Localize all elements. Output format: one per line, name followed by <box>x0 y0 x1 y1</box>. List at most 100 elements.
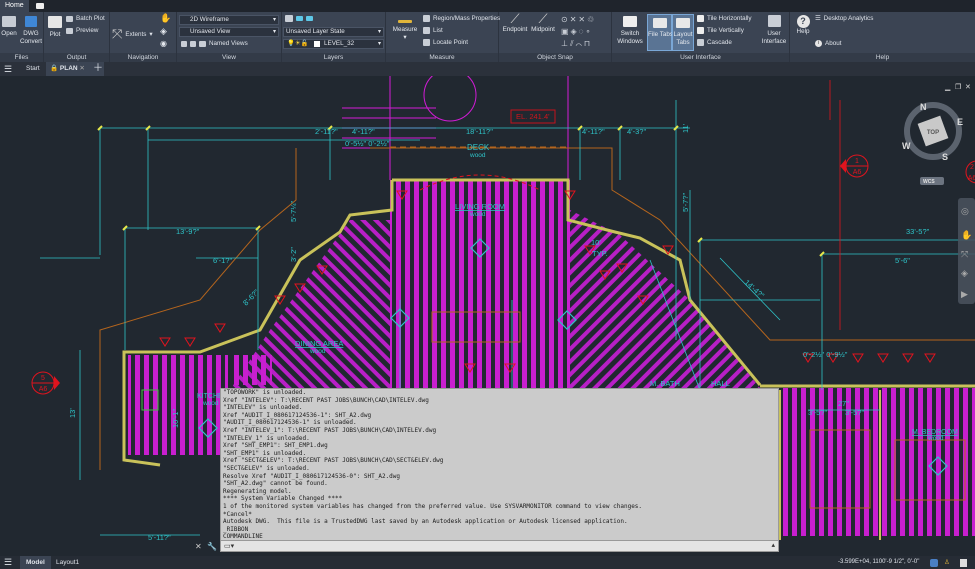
batch-plot-button[interactable]: Batch Plot <box>66 15 105 22</box>
restore-icon[interactable]: ❐ <box>955 83 961 91</box>
layer-dropdown[interactable]: 💡☀🔓 LEVEL_32 <box>283 39 384 49</box>
named-views-button[interactable]: Named Views <box>181 40 248 47</box>
endpoint-button[interactable]: ⟋ Endpoint <box>502 12 528 34</box>
room-label-mbath: M. BATH <box>650 379 680 388</box>
tag-marker <box>159 337 171 347</box>
isolate-objects-icon[interactable] <box>930 559 938 567</box>
command-line: Xref "SECT&ELEV": T:\RECENT PAST JOBS\BU… <box>223 457 444 465</box>
command-line: Xref "AUDIT_I_080617124536-1": SHT_A2.dw… <box>223 411 372 419</box>
panel-label: Output <box>44 53 109 62</box>
command-input[interactable]: ▭▾ ▴ <box>221 540 778 551</box>
panel-label: Layers <box>282 53 385 62</box>
elevation-tag: EL. 241.4' <box>510 109 556 124</box>
plot-button[interactable]: Plot <box>47 16 63 39</box>
compass-n[interactable]: N <box>920 102 927 112</box>
minimize-icon[interactable]: ▁ <box>944 84 951 91</box>
ribbon: Open DWG Convert Files Plot Batch Plot Pr… <box>0 12 975 62</box>
measure-button[interactable]: Measure ▾ <box>390 18 420 42</box>
layer-state-dropdown[interactable]: Unsaved Layer State <box>283 27 384 37</box>
osnap-grid[interactable]: ⊙✕✕♲ ▣◈◌∘ ⊥⫽⌒⊓ <box>561 14 609 50</box>
section-sheet: A6 <box>853 169 862 176</box>
extents-button[interactable]: ⤧ Extents ▾ <box>112 26 153 42</box>
dimension-label: 3'-2" <box>289 247 298 262</box>
showmotion-nav-icon[interactable]: ▶ <box>961 289 968 299</box>
viewport-controls: ▁ ❐ ✕ <box>944 83 971 91</box>
room-label-hall: HALL <box>711 379 730 388</box>
command-history-toggle-icon[interactable]: ▴ <box>771 541 775 549</box>
command-prompt-icon[interactable]: ▭▾ <box>224 542 234 550</box>
perpendicular-snap-icon[interactable]: ⊥⫽⌒⊓ <box>561 39 592 48</box>
command-line: *Cancel* <box>223 510 252 518</box>
compass-w[interactable]: W <box>902 141 911 151</box>
help-button[interactable]: ? Help <box>793 15 813 36</box>
close-tab-icon[interactable]: ✕ <box>79 65 84 72</box>
midpoint-icon: ⟋ <box>538 11 548 26</box>
steering-wheel-icon[interactable]: ◎ <box>961 206 969 216</box>
layout-tabs-toggle[interactable]: Layout Tabs <box>672 14 694 51</box>
menu-icon[interactable]: ☰ <box>4 62 12 76</box>
locate-point-button[interactable]: Locate Point <box>423 39 468 46</box>
tile-horizontally-button[interactable]: Tile Horizontally <box>697 15 752 22</box>
dimension-label: 5'-11?" <box>148 533 171 542</box>
document-tabs: ☰ Start 🔒 PLAN ✕ ＋ <box>0 62 975 76</box>
orbit-icon[interactable]: ◈ <box>160 27 167 36</box>
tile-vertically-button[interactable]: Tile Vertically <box>697 27 744 34</box>
interface-label: Interface <box>761 38 787 45</box>
cascade-label: Cascade <box>707 39 732 46</box>
zoom-icon[interactable]: ⤧ <box>961 249 968 259</box>
node-snap-icon[interactable]: ▣◈◌∘ <box>561 27 592 36</box>
visual-style-dropdown[interactable]: 2D Wireframe <box>179 15 279 25</box>
preview-button[interactable]: Preview <box>66 27 98 34</box>
navigation-bar[interactable]: ◎ ✋ ⤧ ◈ ▶ <box>958 198 975 304</box>
saved-view-dropdown[interactable]: Unsaved View <box>179 27 279 37</box>
close-viewport-icon[interactable]: ✕ <box>965 84 971 91</box>
switch-windows-button[interactable]: Switch Windows <box>615 16 645 46</box>
region-mass-label: Region/Mass Properties <box>433 15 501 22</box>
tab-layout1[interactable]: Layout1 <box>56 556 79 569</box>
user-interface-button[interactable]: User Interface <box>760 15 788 46</box>
cascade-button[interactable]: Cascade <box>697 39 732 46</box>
windows-label: Windows <box>617 38 643 45</box>
dimension-label: 6'-1?" <box>213 256 232 265</box>
command-line: "AUDIT_I_080617124536-1" is unloaded. <box>223 419 357 427</box>
tab-home[interactable]: Home <box>0 0 29 12</box>
preview-label: Preview <box>76 27 99 34</box>
tab-model[interactable]: Model <box>20 556 51 569</box>
open-label: Open <box>1 30 17 37</box>
panel-label: User Interface <box>612 53 789 62</box>
desktop-analytics-label: Desktop Analytics <box>823 15 874 22</box>
tab-start[interactable]: Start <box>26 62 40 76</box>
section-marker: 1 A6 <box>840 154 869 178</box>
layer-tools[interactable] <box>285 15 313 22</box>
region-mass-button[interactable]: Region/Mass Properties <box>423 15 500 22</box>
command-history: "TOPOWORK" is unloaded. Xref "INTELEV": T… <box>221 389 778 541</box>
tile-horizontal-icon <box>697 15 704 22</box>
showmotion-icon[interactable]: ◉ <box>160 40 167 48</box>
dimension-tick <box>122 225 128 231</box>
orbit-nav-icon[interactable]: ◈ <box>961 268 968 278</box>
quick-access-icon[interactable] <box>36 3 44 9</box>
file-tabs-label: File Tabs <box>648 31 674 38</box>
clean-screen-icon[interactable] <box>960 559 967 567</box>
list-button[interactable]: List <box>423 27 443 34</box>
about-button[interactable]: i About <box>815 40 841 47</box>
desktop-analytics-button[interactable]: ☰ Desktop Analytics <box>815 15 873 22</box>
close-command-icon[interactable]: ✕ <box>195 542 202 551</box>
center-snap-icon[interactable]: ⊙✕✕♲ <box>561 15 596 24</box>
command-line: Xref "SHT_EMP1": SHT_EMP1.dwg <box>223 442 328 450</box>
annotation-monitor-icon[interactable]: ♙ <box>944 556 950 569</box>
command-window[interactable]: "TOPOWORK" is unloaded. Xref "INTELEV": T… <box>195 388 779 552</box>
customize-wrench-icon[interactable]: 🔧 <box>207 542 217 551</box>
compass-s[interactable]: S <box>942 152 948 162</box>
dimension-label: 3'-5?" <box>845 408 864 417</box>
dwg-convert-button[interactable]: DWG Convert <box>19 16 43 46</box>
viewcube[interactable]: TOP N E S W WCS <box>902 102 963 185</box>
layout-menu-icon[interactable]: ☰ <box>4 556 12 569</box>
compass-e[interactable]: E <box>957 117 963 127</box>
midpoint-button[interactable]: ⟋ Midpoint <box>530 12 556 34</box>
pan-icon[interactable]: ✋ <box>961 229 972 240</box>
new-tab-icon[interactable]: ＋ <box>93 62 103 76</box>
pan-hand-icon[interactable]: ✋ <box>160 14 171 23</box>
open-button[interactable]: Open <box>1 16 17 38</box>
file-tabs-toggle[interactable]: File Tabs <box>647 14 674 51</box>
